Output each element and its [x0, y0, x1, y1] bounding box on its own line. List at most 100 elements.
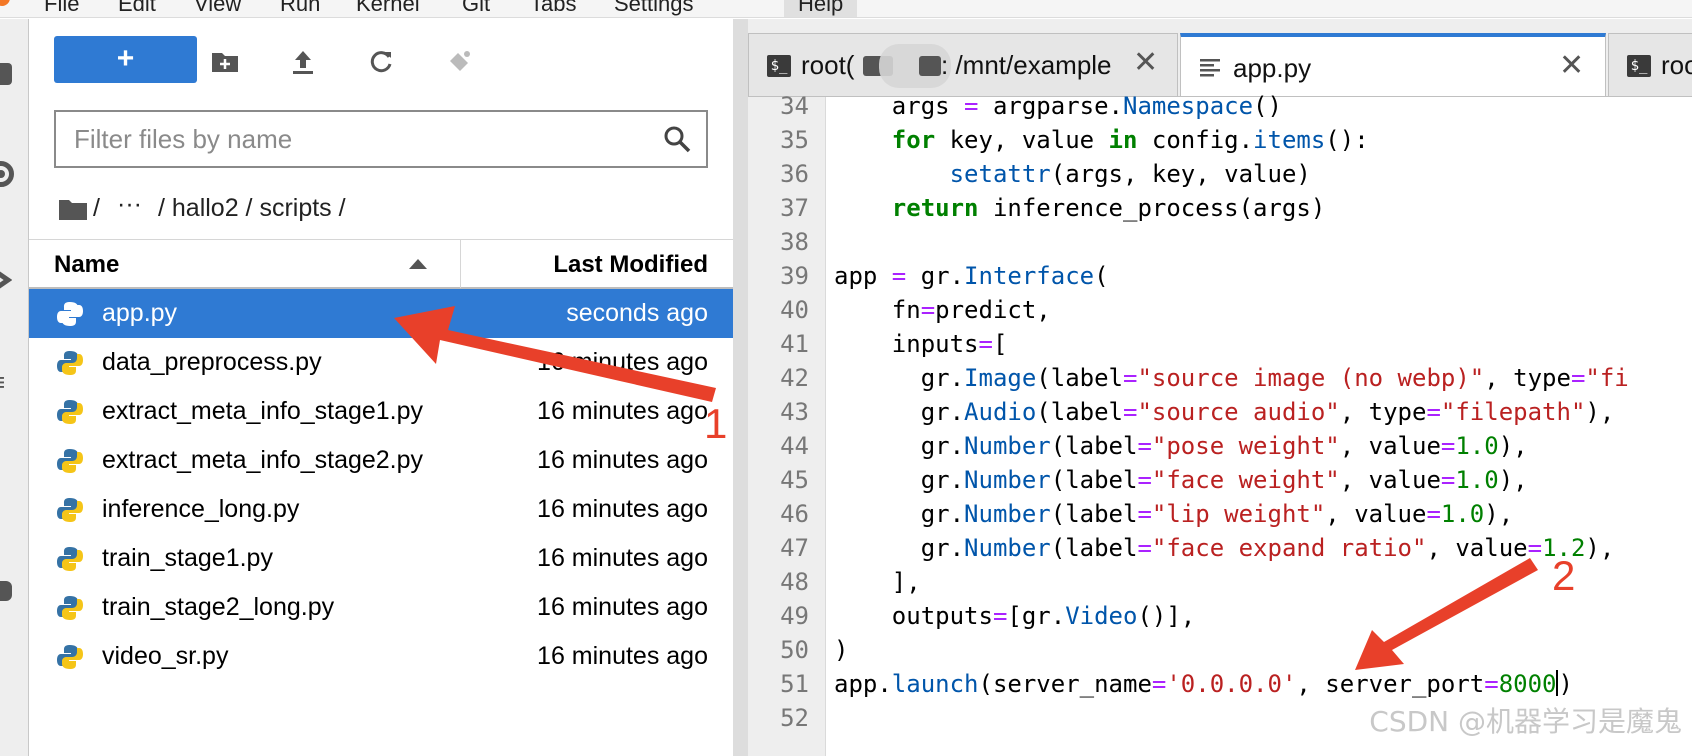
code-editor[interactable]: 34 35 36 37 38 39 40 41 42 43 44 45 46 4… — [748, 92, 1692, 756]
file-browser-icon[interactable] — [0, 63, 12, 85]
line-number: 52 — [780, 704, 809, 732]
menu-file[interactable]: File — [44, 0, 79, 17]
file-list-header: Name Last Modified — [29, 239, 733, 289]
menu-view[interactable]: View — [194, 0, 241, 17]
code-line: for key, value in config.items(): — [891, 126, 1369, 154]
git-clone-icon[interactable] — [444, 47, 474, 77]
menu-settings[interactable]: Settings — [614, 0, 694, 17]
file-name: extract_meta_info_stage1.py — [102, 397, 424, 425]
line-number: 35 — [780, 126, 809, 154]
python-file-icon — [56, 594, 84, 622]
new-folder-icon[interactable] — [210, 47, 240, 77]
panel-splitter[interactable] — [733, 19, 748, 756]
file-name: inference_long.py — [102, 495, 300, 523]
line-number: 40 — [780, 296, 809, 324]
line-number-gutter: 34 35 36 37 38 39 40 41 42 43 44 45 46 4… — [748, 92, 826, 756]
watermark: CSDN @机器学习是魔鬼 — [1369, 705, 1682, 738]
upload-icon[interactable] — [288, 47, 318, 77]
file-row-data-preprocess-py[interactable]: data_preprocess.py 16 minutes ago — [29, 338, 733, 387]
tab-terminal-2[interactable]: $_ roo — [1608, 33, 1692, 96]
file-row-train-stage1-py[interactable]: train_stage1.py 16 minutes ago — [29, 534, 733, 583]
code-line: gr.Image(label="source image (no webp)",… — [834, 364, 1629, 392]
folder-icon[interactable] — [59, 198, 87, 220]
line-number: 50 — [780, 636, 809, 664]
line-number: 36 — [780, 160, 809, 188]
extension-manager-icon[interactable] — [0, 581, 12, 601]
file-row-extract-meta-info-stage2-py[interactable]: extract_meta_info_stage2.py 16 minutes a… — [29, 436, 733, 485]
file-modified: 16 minutes ago — [537, 544, 708, 572]
code-line: setattr(args, key, value) — [949, 160, 1311, 188]
file-row-app-py[interactable]: app.py seconds ago — [29, 289, 733, 338]
line-number: 44 — [780, 432, 809, 460]
line-number: 51 — [780, 670, 809, 698]
column-header-name[interactable]: Name — [54, 251, 119, 279]
file-modified: 16 minutes ago — [537, 348, 708, 376]
python-file-icon — [56, 300, 84, 328]
python-file-icon — [56, 643, 84, 671]
line-number: 46 — [780, 500, 809, 528]
property-inspector-icon[interactable]: › — [0, 471, 12, 497]
menu-edit[interactable]: Edit — [118, 0, 156, 17]
close-tab-icon[interactable]: ✕ — [1559, 51, 1584, 81]
column-divider[interactable] — [460, 240, 461, 288]
menu-kernel[interactable]: Kernel — [356, 0, 420, 17]
file-name: data_preprocess.py — [102, 348, 322, 376]
file-name: train_stage2_long.py — [102, 593, 335, 621]
sort-ascending-icon[interactable] — [409, 259, 427, 269]
file-modified: 16 minutes ago — [537, 593, 708, 621]
line-number: 38 — [780, 228, 809, 256]
running-sessions-icon[interactable] — [0, 161, 14, 187]
file-modified: seconds ago — [566, 299, 708, 327]
breadcrumb-root[interactable]: / — [93, 194, 100, 223]
git-icon[interactable] — [0, 267, 13, 293]
file-browser-panel: + / ··· / hallo2 / scripts / Name Last M… — [29, 19, 733, 756]
menu-git[interactable]: Git — [462, 0, 490, 17]
refresh-icon[interactable] — [366, 47, 396, 77]
file-name: video_sr.py — [102, 642, 229, 670]
python-file-icon — [56, 447, 84, 475]
activity-bar: ≡ › — [0, 19, 29, 756]
line-number: 42 — [780, 364, 809, 392]
menu-tabs[interactable]: Tabs — [530, 0, 576, 17]
new-launcher-button[interactable]: + — [54, 36, 197, 83]
line-number: 43 — [780, 398, 809, 426]
line-number: 39 — [780, 262, 809, 290]
file-row-inference-long-py[interactable]: inference_long.py 16 minutes ago — [29, 485, 733, 534]
file-list: app.py seconds ago data_preprocess.py 16… — [29, 289, 733, 681]
file-name: app.py — [102, 299, 178, 327]
line-number: 47 — [780, 534, 809, 562]
filter-files-field[interactable] — [54, 110, 708, 168]
breadcrumb-path[interactable]: / hallo2 / scripts / — [158, 194, 346, 223]
file-row-video-sr-py[interactable]: video_sr.py 16 minutes ago — [29, 632, 733, 681]
python-file-icon — [56, 545, 84, 573]
jupyter-logo-icon — [0, 0, 10, 6]
column-header-last-modified[interactable]: Last Modified — [553, 251, 708, 279]
line-number: 49 — [780, 602, 809, 630]
python-file-icon — [56, 349, 84, 377]
code-line: gr.Audio(label="source audio", type="fil… — [834, 398, 1615, 426]
tab-terminal-1[interactable]: $_ root( : /mnt/example ✕ — [748, 33, 1178, 96]
file-name: extract_meta_info_stage2.py — [102, 446, 424, 474]
table-of-contents-icon[interactable]: ≡ — [0, 369, 12, 395]
breadcrumb-ellipsis[interactable]: ··· — [117, 190, 142, 219]
tab-label: app.py — [1233, 53, 1312, 83]
code-line: return inference_process(args) — [891, 194, 1326, 222]
file-row-train-stage2-long-py[interactable]: train_stage2_long.py 16 minutes ago — [29, 583, 733, 632]
tab-label-suffix: : /mnt/example — [941, 50, 1112, 80]
menu-run[interactable]: Run — [280, 0, 320, 17]
code-line: gr.Number(label="face expand ratio", val… — [834, 534, 1615, 562]
menu-help[interactable]: Help — [784, 0, 858, 17]
file-modified: 16 minutes ago — [537, 446, 708, 474]
tab-app-py[interactable]: app.py ✕ — [1180, 33, 1606, 96]
file-browser-toolbar: + — [29, 19, 733, 89]
close-tab-icon[interactable]: ✕ — [1133, 48, 1158, 78]
line-number: 41 — [780, 330, 809, 358]
tab-label: roo — [1661, 50, 1692, 80]
filter-files-input[interactable] — [56, 112, 646, 166]
annotation-label-1: 1 — [704, 400, 728, 447]
redacted-text — [919, 56, 941, 76]
line-number: 48 — [780, 568, 809, 596]
menu-bar: File Edit View Run Kernel Git Tabs Setti… — [0, 0, 1692, 18]
text-cursor — [1556, 670, 1559, 696]
file-row-extract-meta-info-stage1-py[interactable]: extract_meta_info_stage1.py 16 minutes a… — [29, 387, 733, 436]
